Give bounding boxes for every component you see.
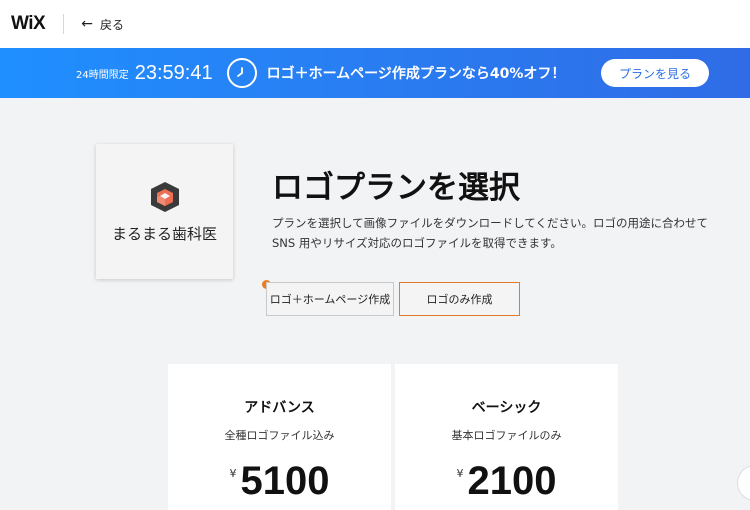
countdown-timer: 23:59:41 xyxy=(134,61,213,84)
plan-card-advanced[interactable]: アドバンス 全種ロゴファイル込み ¥ 5100 xyxy=(168,364,391,510)
back-label: 戻る xyxy=(99,17,124,32)
promo-offer-text: ロゴ＋ホームページ作成プランなら40%オフ！ xyxy=(266,66,566,82)
page-description: プランを選択して画像ファイルをダウンロードしてください。ロゴの用途に合わせて S… xyxy=(272,216,708,250)
plan-card-basic[interactable]: ベーシック 基本ロゴファイルのみ ¥ 2100 xyxy=(395,364,618,510)
back-arrow-icon: ← xyxy=(81,16,93,32)
view-plans-button[interactable]: プランを見る xyxy=(601,59,709,87)
back-button[interactable]: ← 戻る xyxy=(81,16,124,33)
page-title: ロゴプランを選択 xyxy=(272,170,520,206)
timer-label: 24時間限定 xyxy=(76,69,129,81)
logo-preview-card: まるまる歯科医 xyxy=(96,144,233,279)
price-amount: 5100 xyxy=(240,459,330,503)
plan-name: ベーシック xyxy=(471,400,542,416)
wix-logo[interactable]: WiX xyxy=(11,13,46,35)
plan-subtitle: 全種ロゴファイル込み xyxy=(224,429,335,442)
top-bar: WiX ← 戻る xyxy=(0,0,750,48)
plan-name: アドバンス xyxy=(244,400,315,416)
plan-subtitle: 基本ロゴファイルのみ xyxy=(451,429,562,442)
plan-price: ¥ 2100 xyxy=(395,459,618,504)
price-amount: 2100 xyxy=(467,459,557,503)
promo-banner: 24時間限定 23:59:41 ロゴ＋ホームページ作成プランなら40%オフ！ プ… xyxy=(0,48,750,98)
currency-symbol: ¥ xyxy=(456,467,464,480)
tab-logo-and-website[interactable]: ロゴ＋ホームページ作成 xyxy=(266,282,394,316)
brand-logo-icon xyxy=(150,182,179,212)
header-divider xyxy=(63,14,65,34)
plan-price: ¥ 5100 xyxy=(168,459,391,504)
tab-logo-only[interactable]: ロゴのみ作成 xyxy=(399,282,520,316)
scroll-button[interactable] xyxy=(737,465,750,501)
brand-name: まるまる歯科医 xyxy=(111,225,217,243)
clock-icon xyxy=(226,58,257,88)
currency-symbol: ¥ xyxy=(229,467,237,480)
